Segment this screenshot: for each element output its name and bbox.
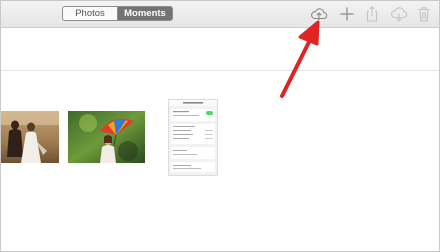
tab-photos[interactable]: Photos [63, 7, 118, 20]
icloud-upload-icon [311, 8, 328, 20]
delete-button[interactable] [415, 5, 433, 23]
view-segmented-control: Photos Moments [62, 6, 173, 21]
settings-screenshot-image [169, 100, 217, 175]
share-button[interactable] [363, 5, 381, 23]
icloud-upload-button[interactable] [310, 5, 328, 23]
app-window: Photos Moments [0, 0, 440, 252]
share-icon [366, 6, 378, 22]
trash-icon [418, 7, 430, 22]
toolbar: Photos Moments [1, 1, 439, 28]
add-icon [340, 7, 354, 21]
wedding-couple-image [1, 111, 59, 163]
settings-screenshot-thumbnail[interactable] [168, 99, 218, 176]
icloud-download-icon [391, 7, 408, 22]
add-button[interactable] [338, 5, 356, 23]
wedding-couple-photo[interactable] [1, 111, 59, 163]
tab-moments[interactable]: Moments [118, 7, 172, 20]
section-divider [1, 70, 439, 71]
icloud-download-button[interactable] [390, 5, 408, 23]
woman-with-umbrella-image [68, 111, 145, 163]
woman-with-umbrella-photo[interactable] [68, 111, 145, 163]
